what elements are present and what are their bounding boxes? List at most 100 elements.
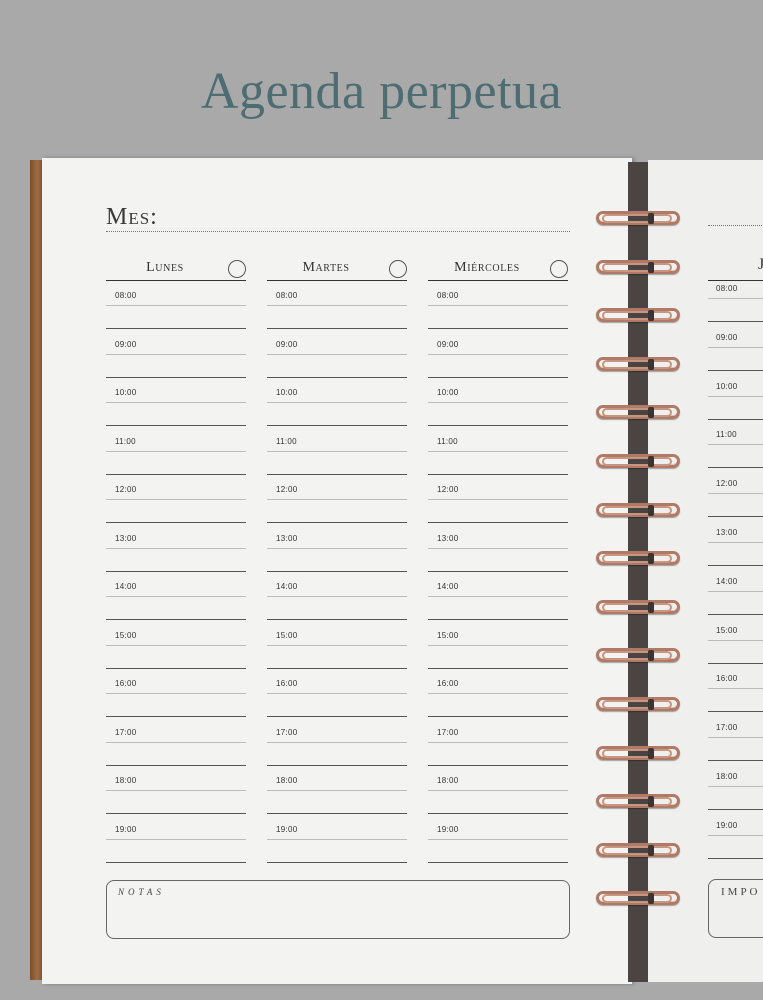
hour-slot: 08:00 (428, 281, 568, 330)
day-header: Martes (267, 258, 407, 281)
day-name: Lunes (146, 260, 184, 275)
hour-slot: 16:00 (428, 669, 568, 718)
spiral-ring (596, 891, 682, 907)
right-hour-slot: 12:00 (708, 469, 763, 518)
hour-label: 13:00 (276, 533, 298, 543)
hour-slot: 19:00 (428, 815, 568, 864)
hour-divider (708, 857, 763, 859)
spiral-ring (596, 697, 682, 713)
writing-line (708, 444, 763, 446)
hour-label: 11:00 (716, 430, 737, 440)
writing-line (106, 596, 246, 597)
hour-slot: 15:00 (106, 621, 246, 670)
hour-label: 17:00 (437, 727, 459, 737)
writing-line (267, 402, 407, 403)
hour-label: 11:00 (437, 436, 458, 446)
spiral-ring (596, 405, 682, 421)
writing-line (106, 547, 246, 549)
spiral-ring (596, 308, 682, 324)
hour-slot: 16:00 (106, 669, 246, 718)
spiral-ring (596, 259, 682, 276)
writing-line (708, 346, 763, 348)
writing-line (267, 305, 407, 306)
day-checkbox-circle (228, 260, 246, 278)
right-hour-slot: 08:00 (708, 274, 763, 323)
hour-label: 12:00 (437, 485, 459, 494)
hour-label: 08:00 (437, 291, 459, 300)
hour-slot: 11:00 (428, 427, 568, 476)
writing-line (428, 790, 568, 791)
spiral-ring (596, 745, 682, 762)
hour-label: 14:00 (716, 576, 738, 586)
writing-line (267, 790, 407, 791)
hour-label: 10:00 (276, 388, 298, 397)
hour-slot: 17:00 (428, 718, 568, 767)
hour-label: 19:00 (437, 824, 459, 834)
hour-slot: 08:00 (267, 281, 407, 330)
spiral-ring (596, 551, 682, 567)
writing-line (428, 838, 568, 840)
hour-label: 18:00 (716, 772, 738, 781)
writing-line (106, 402, 246, 403)
hour-label: 09:00 (115, 339, 137, 349)
hour-divider (106, 861, 246, 863)
right-hour-slot: 17:00 (708, 713, 763, 762)
hour-slot: 18:00 (428, 766, 568, 815)
hour-label: 13:00 (115, 533, 137, 543)
hour-slot: 14:00 (428, 572, 568, 621)
hour-slot: 15:00 (267, 621, 407, 670)
hour-label: 16:00 (115, 679, 137, 688)
hour-label: 15:00 (276, 630, 298, 640)
writing-line (708, 395, 763, 397)
hour-slot: 15:00 (428, 621, 568, 670)
writing-line (267, 499, 407, 500)
hour-label: 15:00 (115, 630, 137, 640)
right-hour-slot: 09:00 (708, 323, 763, 372)
hour-label: 12:00 (276, 485, 298, 494)
writing-line (708, 298, 763, 299)
writing-line (428, 741, 568, 743)
day-checkbox-circle (389, 260, 407, 278)
hour-label: 09:00 (437, 339, 459, 349)
hour-slot: 08:00 (106, 281, 246, 330)
writing-line (428, 402, 568, 403)
spiral-ring (596, 211, 682, 227)
right-hour-slot: 13:00 (708, 518, 763, 567)
hour-slot: 12:00 (106, 475, 246, 524)
right-hour-slot: 19:00 (708, 811, 763, 860)
writing-line (267, 644, 407, 646)
hour-slot: 13:00 (428, 524, 568, 573)
day-checkbox-circle (550, 260, 568, 278)
hour-label: 12:00 (115, 485, 137, 494)
writing-line (106, 790, 246, 791)
hour-list: 08:00 09:00 10:00 11:00 12:00 13:00 14:00 15:00… (267, 281, 407, 863)
hour-label: 13:00 (716, 528, 738, 537)
hour-label: 11:00 (115, 436, 136, 446)
hour-label: 16:00 (437, 679, 459, 688)
hour-label: 17:00 (716, 723, 738, 733)
right-hour-slot: 18:00 (708, 762, 763, 811)
writing-line (267, 741, 407, 743)
hour-slot: 18:00 (106, 766, 246, 815)
writing-line (428, 353, 568, 355)
right-notes-box: IMPO (708, 879, 763, 938)
writing-line (106, 644, 246, 646)
hour-divider (428, 861, 568, 863)
writing-line (106, 693, 246, 694)
writing-line (106, 450, 246, 452)
hour-slot: 12:00 (428, 475, 568, 524)
hour-label: 12:00 (716, 479, 738, 489)
spiral-ring (596, 648, 682, 664)
hour-label: 09:00 (716, 332, 738, 342)
notes-box: NOTAS (106, 880, 570, 939)
hour-label: 10:00 (115, 388, 137, 397)
hour-label: 08:00 (276, 291, 298, 300)
hour-slot: 10:00 (106, 378, 246, 427)
writing-line (708, 542, 763, 543)
writing-line (708, 639, 763, 641)
spiral-ring (596, 502, 682, 519)
hour-label: 19:00 (276, 824, 298, 834)
notes-label: NOTAS (118, 887, 165, 897)
writing-line (708, 590, 763, 592)
hour-label: 11:00 (276, 436, 297, 446)
